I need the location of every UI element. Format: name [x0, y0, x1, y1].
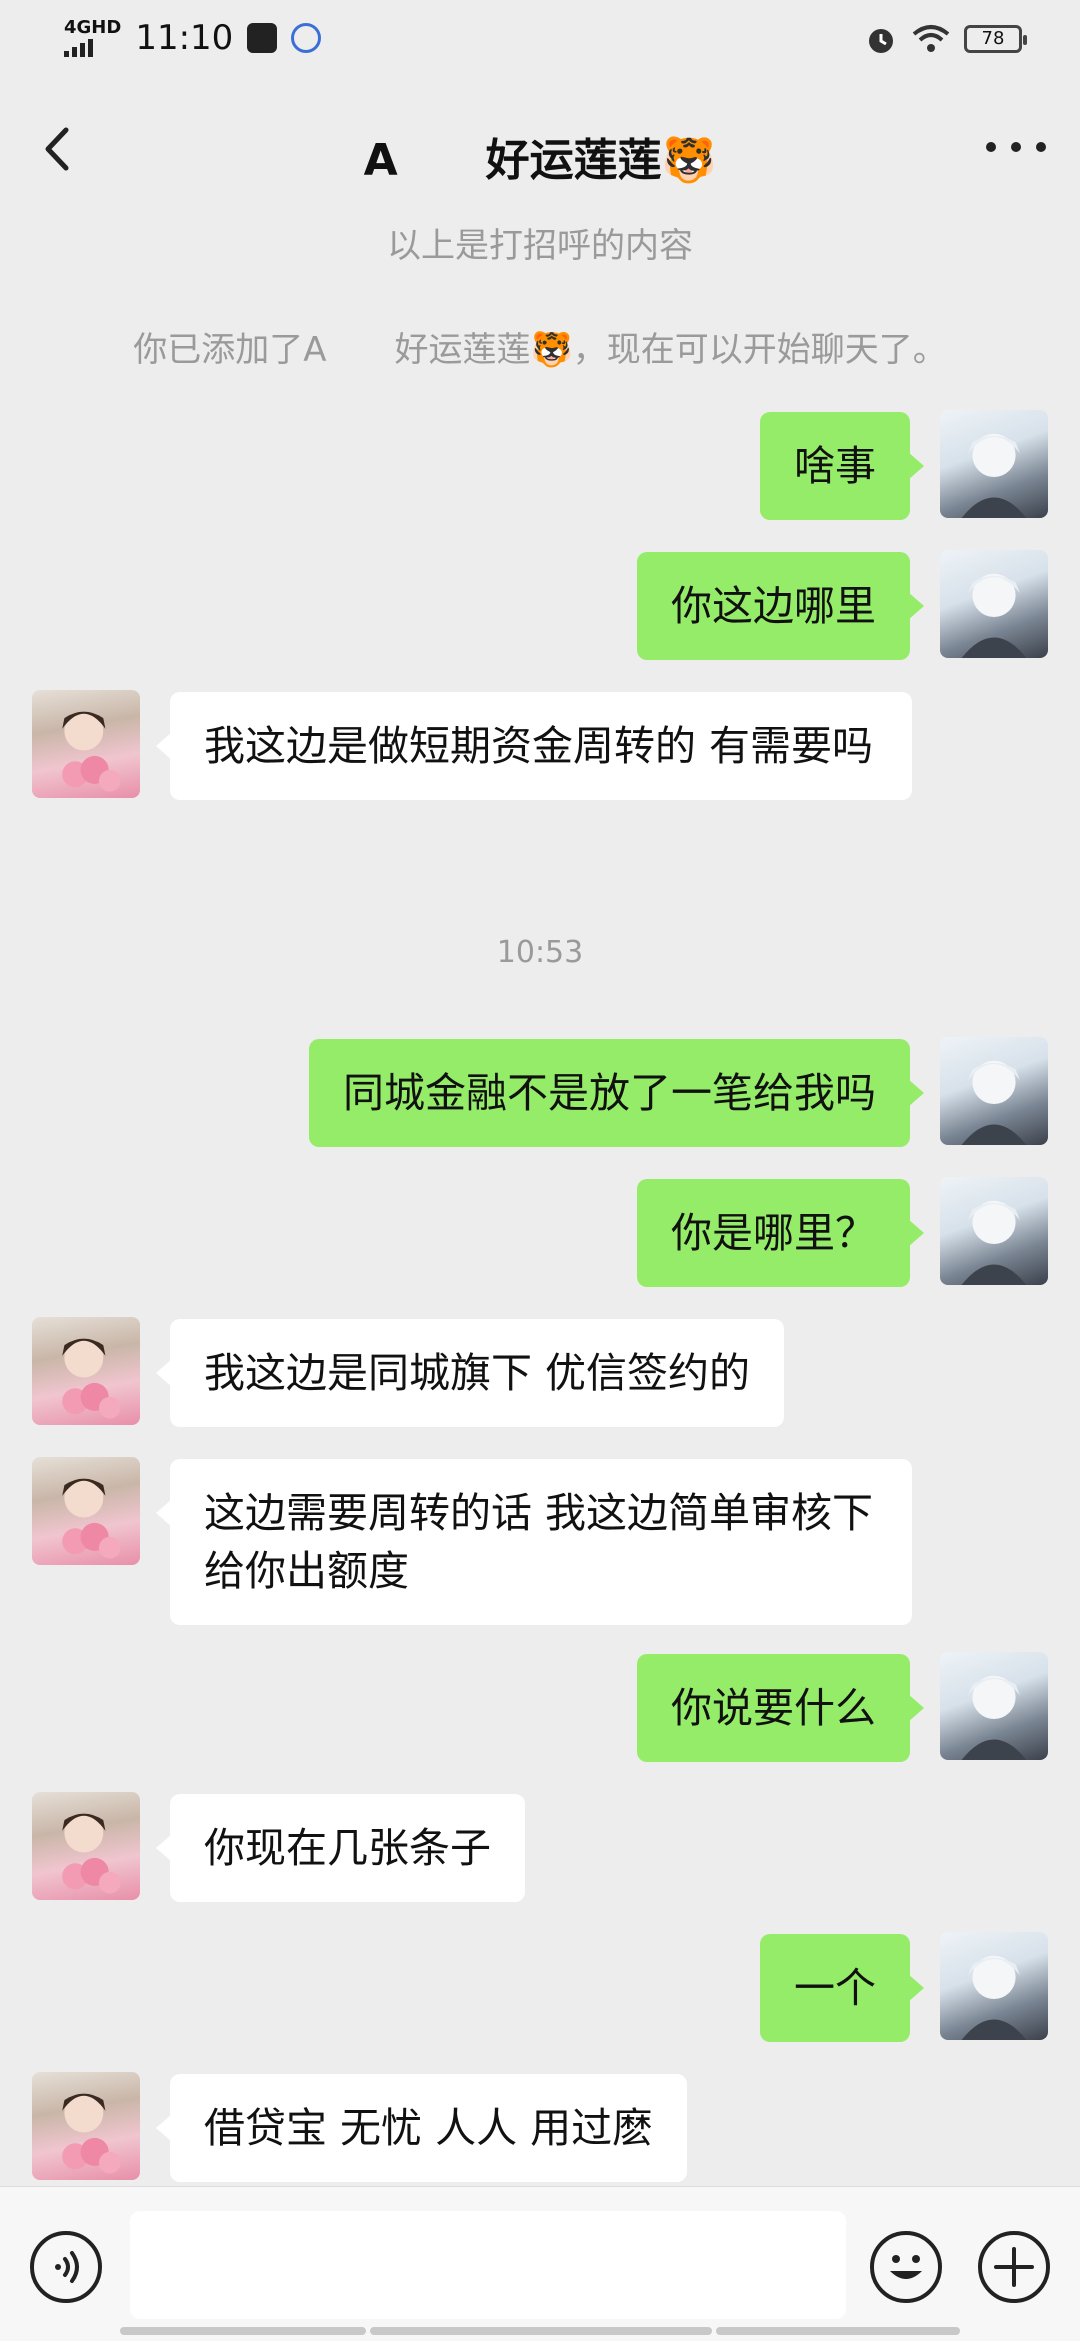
- network-indicator: 4GHD: [64, 19, 121, 57]
- message-bubble-received[interactable]: 我这边是同城旗下 优信签约的: [155, 1319, 785, 1427]
- message-bubble-received[interactable]: 我这边是做短期资金周转的 有需要吗: [156, 692, 912, 800]
- message-bubble-sent[interactable]: 同城金融不是放了一笔给我吗: [309, 1039, 924, 1147]
- avatar-self[interactable]: [940, 1932, 1048, 2040]
- more-dots-icon: [986, 142, 996, 152]
- chat-header: A 好运莲莲🐯: [0, 84, 1080, 214]
- alarm-icon: [869, 29, 893, 53]
- system-message: 以上是打招呼的内容: [387, 226, 693, 266]
- message-bubble-sent[interactable]: 啥事: [760, 412, 924, 520]
- signal-icon: [64, 39, 121, 57]
- message-bubble-received[interactable]: 借贷宝 无忧 人人 用过麽: [155, 2074, 688, 2182]
- message-bubble-sent[interactable]: 一个: [760, 1934, 924, 2042]
- more-button[interactable]: [986, 132, 1046, 162]
- avatar-self[interactable]: [940, 1177, 1048, 1285]
- wifi-icon: [912, 25, 950, 52]
- voice-button[interactable]: [30, 2231, 102, 2303]
- input-bar: [0, 2186, 1080, 2341]
- avatar-contact[interactable]: [32, 1317, 140, 1425]
- app-notification-icon-2: [291, 23, 322, 53]
- plus-icon: [994, 2247, 1034, 2287]
- message-bubble-received[interactable]: 你现在几张条子: [156, 1794, 525, 1902]
- avatar-contact[interactable]: [32, 1457, 140, 1565]
- emoji-button[interactable]: [870, 2231, 942, 2303]
- message-bubble-sent[interactable]: 你是哪里？: [637, 1179, 924, 1287]
- chat-title: A 好运莲莲🐯: [363, 135, 717, 186]
- avatar-self[interactable]: [940, 550, 1048, 658]
- app-notification-icon: [247, 23, 278, 53]
- avatar-self[interactable]: [940, 1037, 1048, 1145]
- avatar-self[interactable]: [940, 1652, 1048, 1760]
- message-input[interactable]: [130, 2211, 846, 2319]
- avatar-contact[interactable]: [32, 690, 140, 798]
- system-message: 你已添加了A 好运莲莲🐯，现在可以开始聊天了。: [133, 330, 947, 370]
- home-indicator: [120, 2327, 960, 2335]
- status-time: 11:10: [135, 18, 234, 58]
- status-bar: 4GHD 11:10 78: [0, 0, 1080, 84]
- network-label: 4GHD: [64, 17, 122, 38]
- battery-indicator: 78: [964, 25, 1027, 53]
- message-bubble-sent[interactable]: 你说要什么: [637, 1654, 924, 1762]
- plus-button[interactable]: [978, 2231, 1050, 2303]
- avatar-self[interactable]: [940, 410, 1048, 518]
- timestamp: 10:53: [496, 935, 584, 970]
- avatar-contact[interactable]: [32, 1792, 140, 1900]
- message-bubble-received[interactable]: 这边需要周转的话 我这边简单审核下给你出额度: [156, 1459, 912, 1625]
- avatar-contact[interactable]: [32, 2072, 140, 2180]
- message-bubble-sent[interactable]: 你这边哪里: [637, 552, 924, 660]
- emoji-icon: [890, 2255, 922, 2279]
- voice-icon: [55, 2251, 79, 2283]
